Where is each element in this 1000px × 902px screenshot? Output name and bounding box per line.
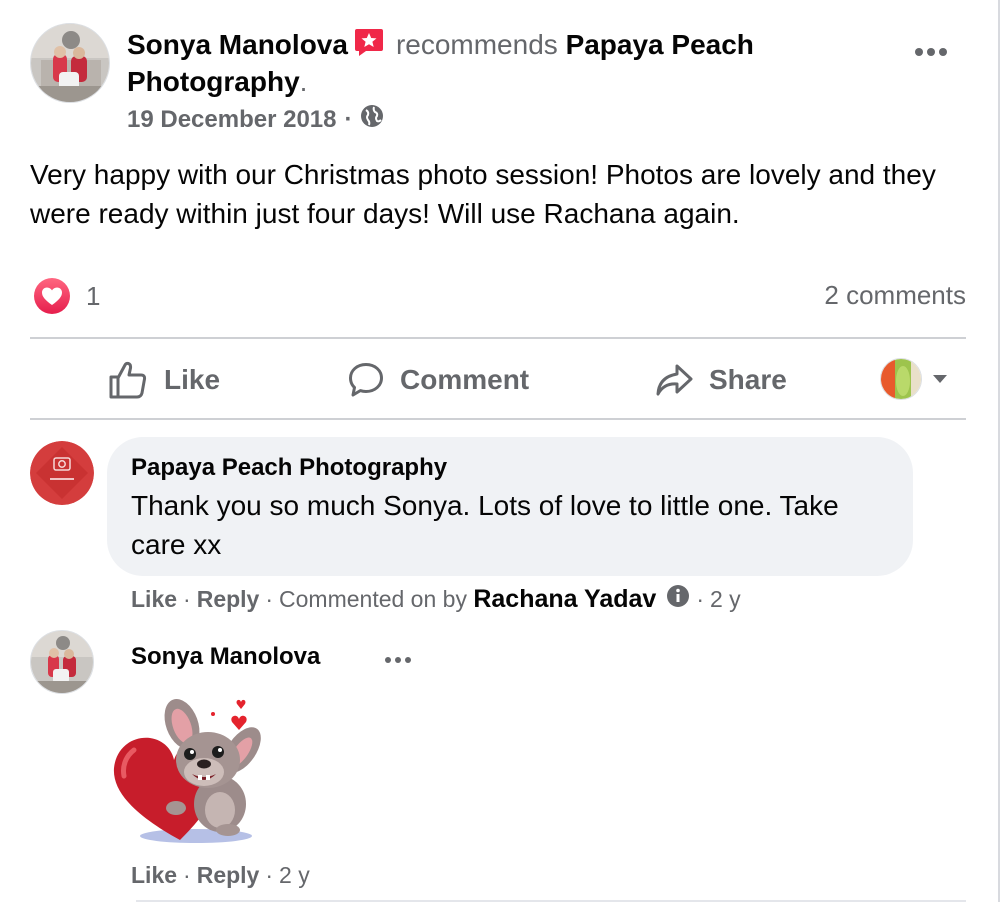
comment-author-link[interactable]: Sonya Manolova: [131, 643, 320, 671]
globe-icon[interactable]: [360, 104, 384, 135]
heart-dog-sticker[interactable]: [110, 690, 270, 850]
post-header: Sonya Manolova recommends Papaya Peach Ph…: [127, 26, 887, 100]
recommendation-star-icon: [354, 27, 384, 57]
comment-button[interactable]: Comment: [348, 360, 529, 400]
chevron-down-icon: [933, 375, 947, 383]
commenter-avatar-papaya[interactable]: [30, 441, 94, 505]
meta-separator: ·: [183, 862, 191, 888]
comment-options-icon[interactable]: [384, 652, 412, 663]
commented-on-by-text: Commented on by: [279, 585, 467, 612]
post-date-link[interactable]: 19 December 2018: [127, 106, 336, 134]
meta-separator: ·: [344, 105, 353, 133]
header-period: .: [299, 66, 308, 97]
comment-like-link[interactable]: Like: [131, 862, 177, 889]
post-options-icon[interactable]: [914, 45, 948, 57]
divider: [30, 337, 966, 339]
comment-bubble: Papaya Peach Photography Thank you so mu…: [107, 437, 913, 576]
commenter-name-link[interactable]: Rachana Yadav: [473, 585, 656, 614]
page-identity-avatar: [880, 358, 922, 400]
heart-icon: [34, 278, 70, 314]
author-avatar[interactable]: [30, 23, 110, 103]
meta-separator: ·: [265, 585, 274, 612]
comment-text: Thank you so much Sonya. Lots of love to…: [131, 490, 839, 560]
share-arrow-icon: [656, 364, 693, 396]
comment-author-link[interactable]: Papaya Peach Photography: [131, 454, 447, 482]
comment-timestamp-link[interactable]: 2 y: [279, 862, 310, 889]
recommends-text: recommends: [395, 29, 558, 60]
comment-meta: Like · Reply · Commented on by Rachana Y…: [131, 584, 741, 614]
post-meta: 19 December 2018 ·: [127, 104, 384, 135]
comment-timestamp-link[interactable]: 2 y: [710, 586, 741, 613]
reaction-count: 1: [86, 280, 101, 311]
facebook-post-card: Sonya Manolova recommends Papaya Peach Ph…: [0, 0, 1000, 902]
comment-like-link[interactable]: Like: [131, 586, 177, 613]
author-name-link[interactable]: Sonya Manolova: [127, 29, 348, 60]
post-text: Very happy with our Christmas photo sess…: [30, 159, 936, 229]
like-label: Like: [164, 364, 221, 395]
reaction-summary[interactable]: 1: [34, 278, 100, 314]
comment-label: Comment: [400, 364, 530, 395]
comment-reply-link[interactable]: Reply: [197, 586, 260, 613]
comment-icon: [349, 363, 383, 397]
reaction-identity-selector[interactable]: [880, 358, 948, 400]
share-label: Share: [709, 364, 787, 395]
divider: [30, 418, 966, 420]
commenter-avatar-sonya[interactable]: [30, 630, 94, 694]
share-button[interactable]: Share: [655, 360, 787, 400]
comment-meta: Like · Reply · 2 y: [131, 862, 310, 889]
comment-reply-link[interactable]: Reply: [197, 862, 260, 889]
like-button[interactable]: Like: [108, 360, 220, 400]
thumbs-up-icon: [109, 361, 147, 399]
meta-separator: ·: [183, 585, 191, 612]
meta-separator: ·: [265, 862, 274, 888]
comments-count-link[interactable]: 2 comments: [824, 280, 966, 311]
meta-separator: ·: [696, 585, 704, 612]
info-icon[interactable]: [666, 584, 690, 614]
